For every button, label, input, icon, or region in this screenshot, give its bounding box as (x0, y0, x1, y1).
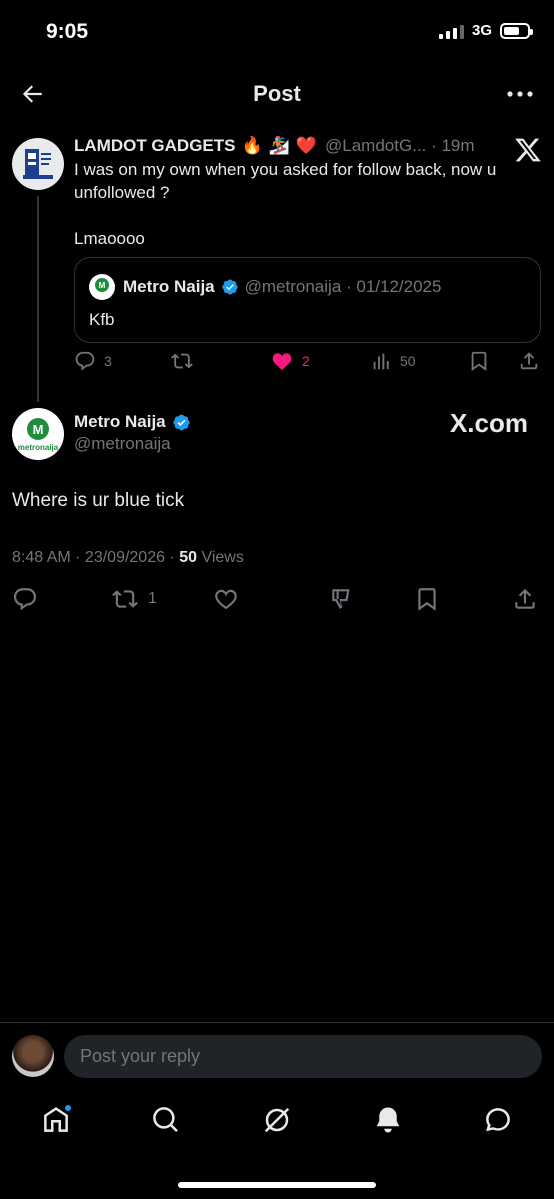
dislike-button[interactable] (328, 586, 356, 612)
signal-icon (438, 23, 464, 39)
views-count: 50 (400, 353, 416, 369)
author-row: Metro Naija (74, 412, 191, 432)
quoted-text: Kfb (89, 310, 115, 329)
bookmark-icon (418, 588, 436, 611)
verified-badge-icon (172, 413, 191, 432)
status-bar: 9:05 3G (0, 0, 554, 66)
avatar[interactable] (12, 1035, 54, 1077)
heart-filled-icon (272, 353, 292, 371)
main-action-bar: 1 (12, 586, 542, 616)
share-button[interactable] (518, 350, 540, 372)
status-indicators: 3G (438, 22, 533, 39)
verified-badge-icon (221, 278, 239, 296)
repost-icon (171, 353, 193, 369)
tab-home[interactable] (40, 1104, 72, 1136)
tab-search[interactable] (150, 1104, 182, 1136)
repost-button[interactable] (170, 350, 194, 372)
tweet-text-body-2: Lmaoooo (74, 229, 145, 248)
parent-action-bar: 3 2 50 (74, 350, 542, 378)
lamdot-logo-icon (23, 149, 53, 179)
bookmark-button[interactable] (414, 586, 440, 612)
repost-count: 1 (148, 590, 157, 607)
snowboard-emoji: 🏂 (268, 136, 290, 155)
reply-composer (0, 1022, 554, 1088)
quoted-handle-date: @metronaija · 01/12/2025 (244, 277, 442, 296)
bookmark-button[interactable] (468, 350, 490, 372)
quoted-tweet-header: M Metro Naija @metronaija · 01/12/2025 (89, 274, 441, 300)
chat-bubble-icon (486, 1108, 510, 1132)
tweet-text: Where is ur blue tick (12, 490, 185, 511)
metronaija-logo-icon: M (95, 278, 109, 292)
bottom-tab-bar (0, 1092, 554, 1152)
share-icon (515, 588, 535, 609)
thumbs-down-icon (332, 589, 350, 609)
share-button[interactable] (512, 586, 538, 612)
avatar: M (89, 274, 115, 300)
author-name[interactable]: LAMDOT GADGETS (74, 136, 236, 156)
top-header: Post (0, 72, 554, 116)
fire-emoji: 🔥 (241, 136, 263, 155)
avatar[interactable]: M metronaija (12, 408, 64, 460)
share-icon (520, 352, 538, 370)
like-button[interactable]: 2 (270, 350, 310, 372)
metronaija-logo-icon: M metronaija (18, 418, 58, 452)
notification-dot (64, 1104, 72, 1112)
tweet-text-body: I was on my own when you asked for follo… (74, 160, 497, 202)
avatar-label: metronaija (18, 443, 58, 452)
grok-icon (264, 1107, 290, 1133)
views-count[interactable]: 50 (179, 549, 197, 566)
reply-input[interactable] (64, 1035, 542, 1078)
tweet-text: I was on my own when you asked for follo… (74, 158, 534, 250)
views-label: Views (197, 549, 244, 566)
parent-tweet-header: LAMDOT GADGETS 🔥 🏂 ❤️ @LamdotG... · 19m (74, 136, 475, 156)
quoted-tweet[interactable]: M Metro Naija @metronaija · 01/12/2025 K… (74, 257, 541, 343)
battery-icon (500, 22, 533, 39)
avatar[interactable] (12, 138, 64, 190)
tab-notifications[interactable] (372, 1104, 404, 1136)
svg-text:M: M (99, 281, 106, 290)
reply-button[interactable] (12, 586, 38, 612)
search-icon (153, 1107, 178, 1132)
network-type: 3G (471, 22, 492, 39)
heart-emoji: ❤️ (295, 136, 318, 155)
bell-icon (376, 1107, 400, 1133)
svg-text:M: M (33, 422, 44, 437)
reply-icon (13, 588, 37, 611)
timestamp: 8:48 AM · 23/09/2026 · (12, 549, 180, 566)
views-button[interactable]: 50 (370, 350, 416, 372)
heart-outline-icon (215, 589, 237, 610)
watermark: X.com (449, 408, 528, 438)
author-handle: @LamdotG... · 19m (325, 136, 475, 155)
more-options-button[interactable] (502, 78, 538, 110)
like-count: 2 (302, 353, 310, 369)
author-name[interactable]: Metro Naija (74, 412, 166, 432)
tweet-meta: 8:48 AM · 23/09/2026 · 50 Views (12, 549, 244, 567)
reply-count: 3 (104, 353, 112, 369)
author-handle[interactable]: @metronaija (74, 434, 171, 454)
reply-button[interactable]: 3 (74, 350, 112, 372)
reply-icon (75, 351, 95, 371)
bookmark-icon (471, 351, 487, 371)
analytics-icon (373, 353, 389, 370)
like-button[interactable] (212, 586, 240, 612)
repost-icon (112, 590, 138, 608)
tab-messages[interactable] (482, 1104, 514, 1136)
more-horizontal-icon (507, 91, 533, 97)
repost-button[interactable]: 1 (110, 586, 157, 612)
page-title: Post (253, 81, 301, 106)
status-time: 9:05 (46, 20, 89, 43)
quoted-author-name: Metro Naija (123, 277, 215, 296)
home-indicator (178, 1182, 376, 1188)
tab-grok[interactable] (261, 1104, 293, 1136)
thread-connector (37, 196, 39, 402)
